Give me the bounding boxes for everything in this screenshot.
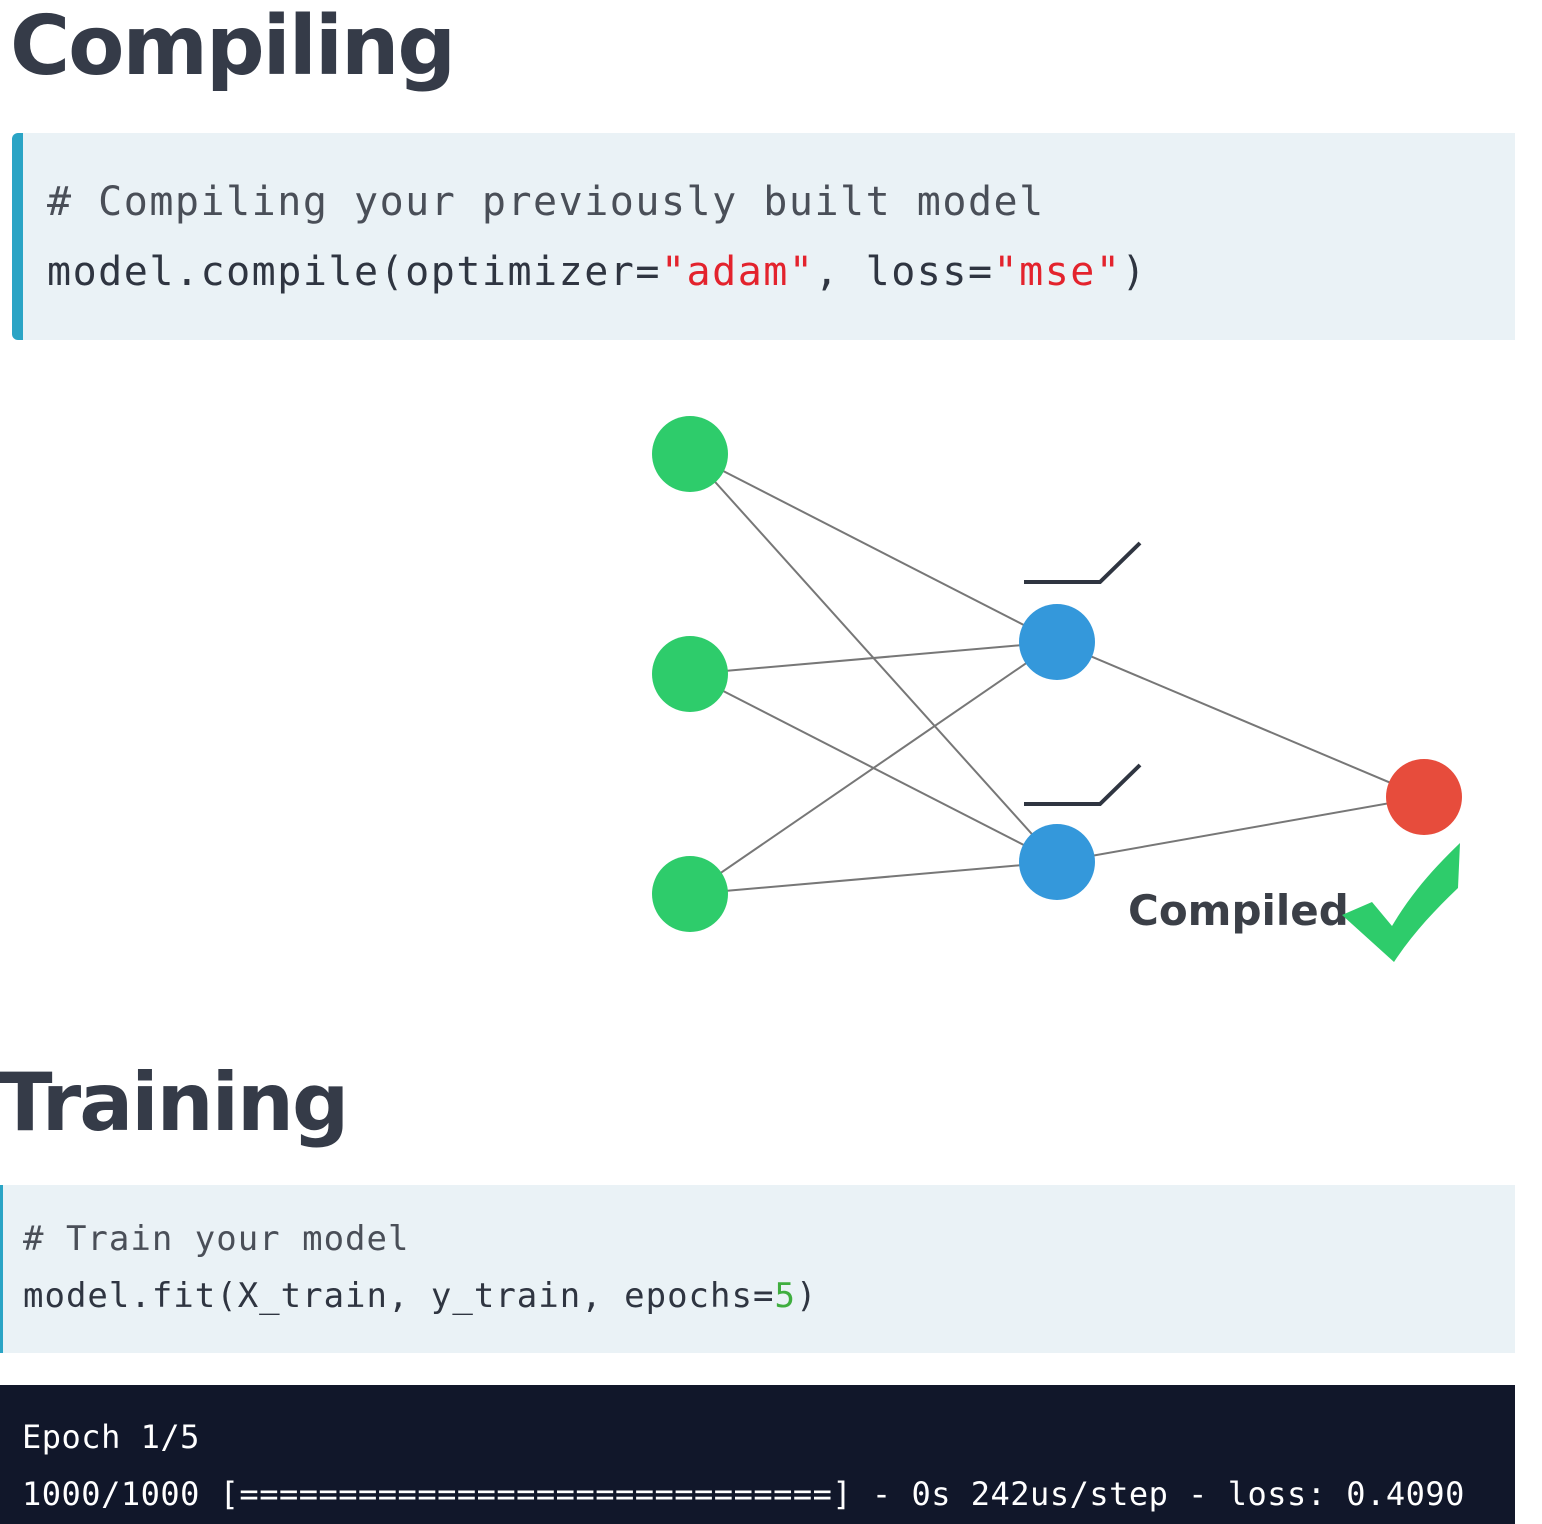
hidden-layer <box>1019 604 1095 900</box>
compile-code-block[interactable]: # Compiling your previously built model … <box>12 133 1515 340</box>
compile-call-prefix: model.compile(optimizer= <box>47 249 661 295</box>
edge-in3-h1 <box>689 641 1058 895</box>
hidden-node <box>1019 824 1095 900</box>
edge-in2-h2 <box>689 673 1058 863</box>
loss-string: "mse" <box>993 249 1122 295</box>
optimizer-string: "adam" <box>660 249 815 295</box>
compiling-heading: Compiling <box>10 0 456 94</box>
edge-in1-h1 <box>689 453 1058 643</box>
edge-in3-h2 <box>689 861 1058 895</box>
compiled-label: Compiled <box>1128 886 1349 935</box>
activation-icons <box>1024 541 1142 806</box>
input-node <box>652 636 728 712</box>
train-code-statement: model.fit(X_train, y_train, epochs=5) <box>23 1268 1515 1325</box>
input-node <box>652 416 728 492</box>
compile-code-comment: # Compiling your previously built model <box>47 179 1045 225</box>
train-code-comment: # Train your model <box>23 1219 410 1259</box>
training-output-terminal[interactable]: Epoch 1/5 1000/1000 [===================… <box>0 1385 1515 1524</box>
compile-call-suffix: ) <box>1121 249 1148 295</box>
output-node <box>1386 759 1462 835</box>
relu-icon <box>1024 763 1142 806</box>
compile-code-statement: model.compile(optimizer="adam", loss="ms… <box>47 237 1515 307</box>
edge-in2-h1 <box>689 641 1058 675</box>
fit-call-suffix: ) <box>795 1276 818 1316</box>
epochs-number: 5 <box>774 1276 796 1316</box>
relu-icon <box>1024 541 1142 584</box>
compile-call-middle: , loss= <box>814 249 994 295</box>
input-layer <box>652 416 728 932</box>
output-layer <box>1386 759 1462 835</box>
checkmark-icon <box>1342 843 1460 962</box>
network-edges <box>689 453 1425 895</box>
edge-h1-out <box>1056 641 1425 798</box>
training-heading: Training <box>0 1056 349 1149</box>
edge-in1-h2 <box>689 453 1058 863</box>
edge-h2-out <box>1056 796 1425 863</box>
fit-call-prefix: model.fit(X_train, y_train, epochs= <box>23 1276 775 1316</box>
epoch-line: Epoch 1/5 <box>22 1418 200 1456</box>
input-node <box>652 856 728 932</box>
progress-line: 1000/1000 [=============================… <box>22 1475 1465 1513</box>
hidden-node <box>1019 604 1095 680</box>
train-code-block[interactable]: # Train your model model.fit(X_train, y_… <box>0 1185 1515 1353</box>
